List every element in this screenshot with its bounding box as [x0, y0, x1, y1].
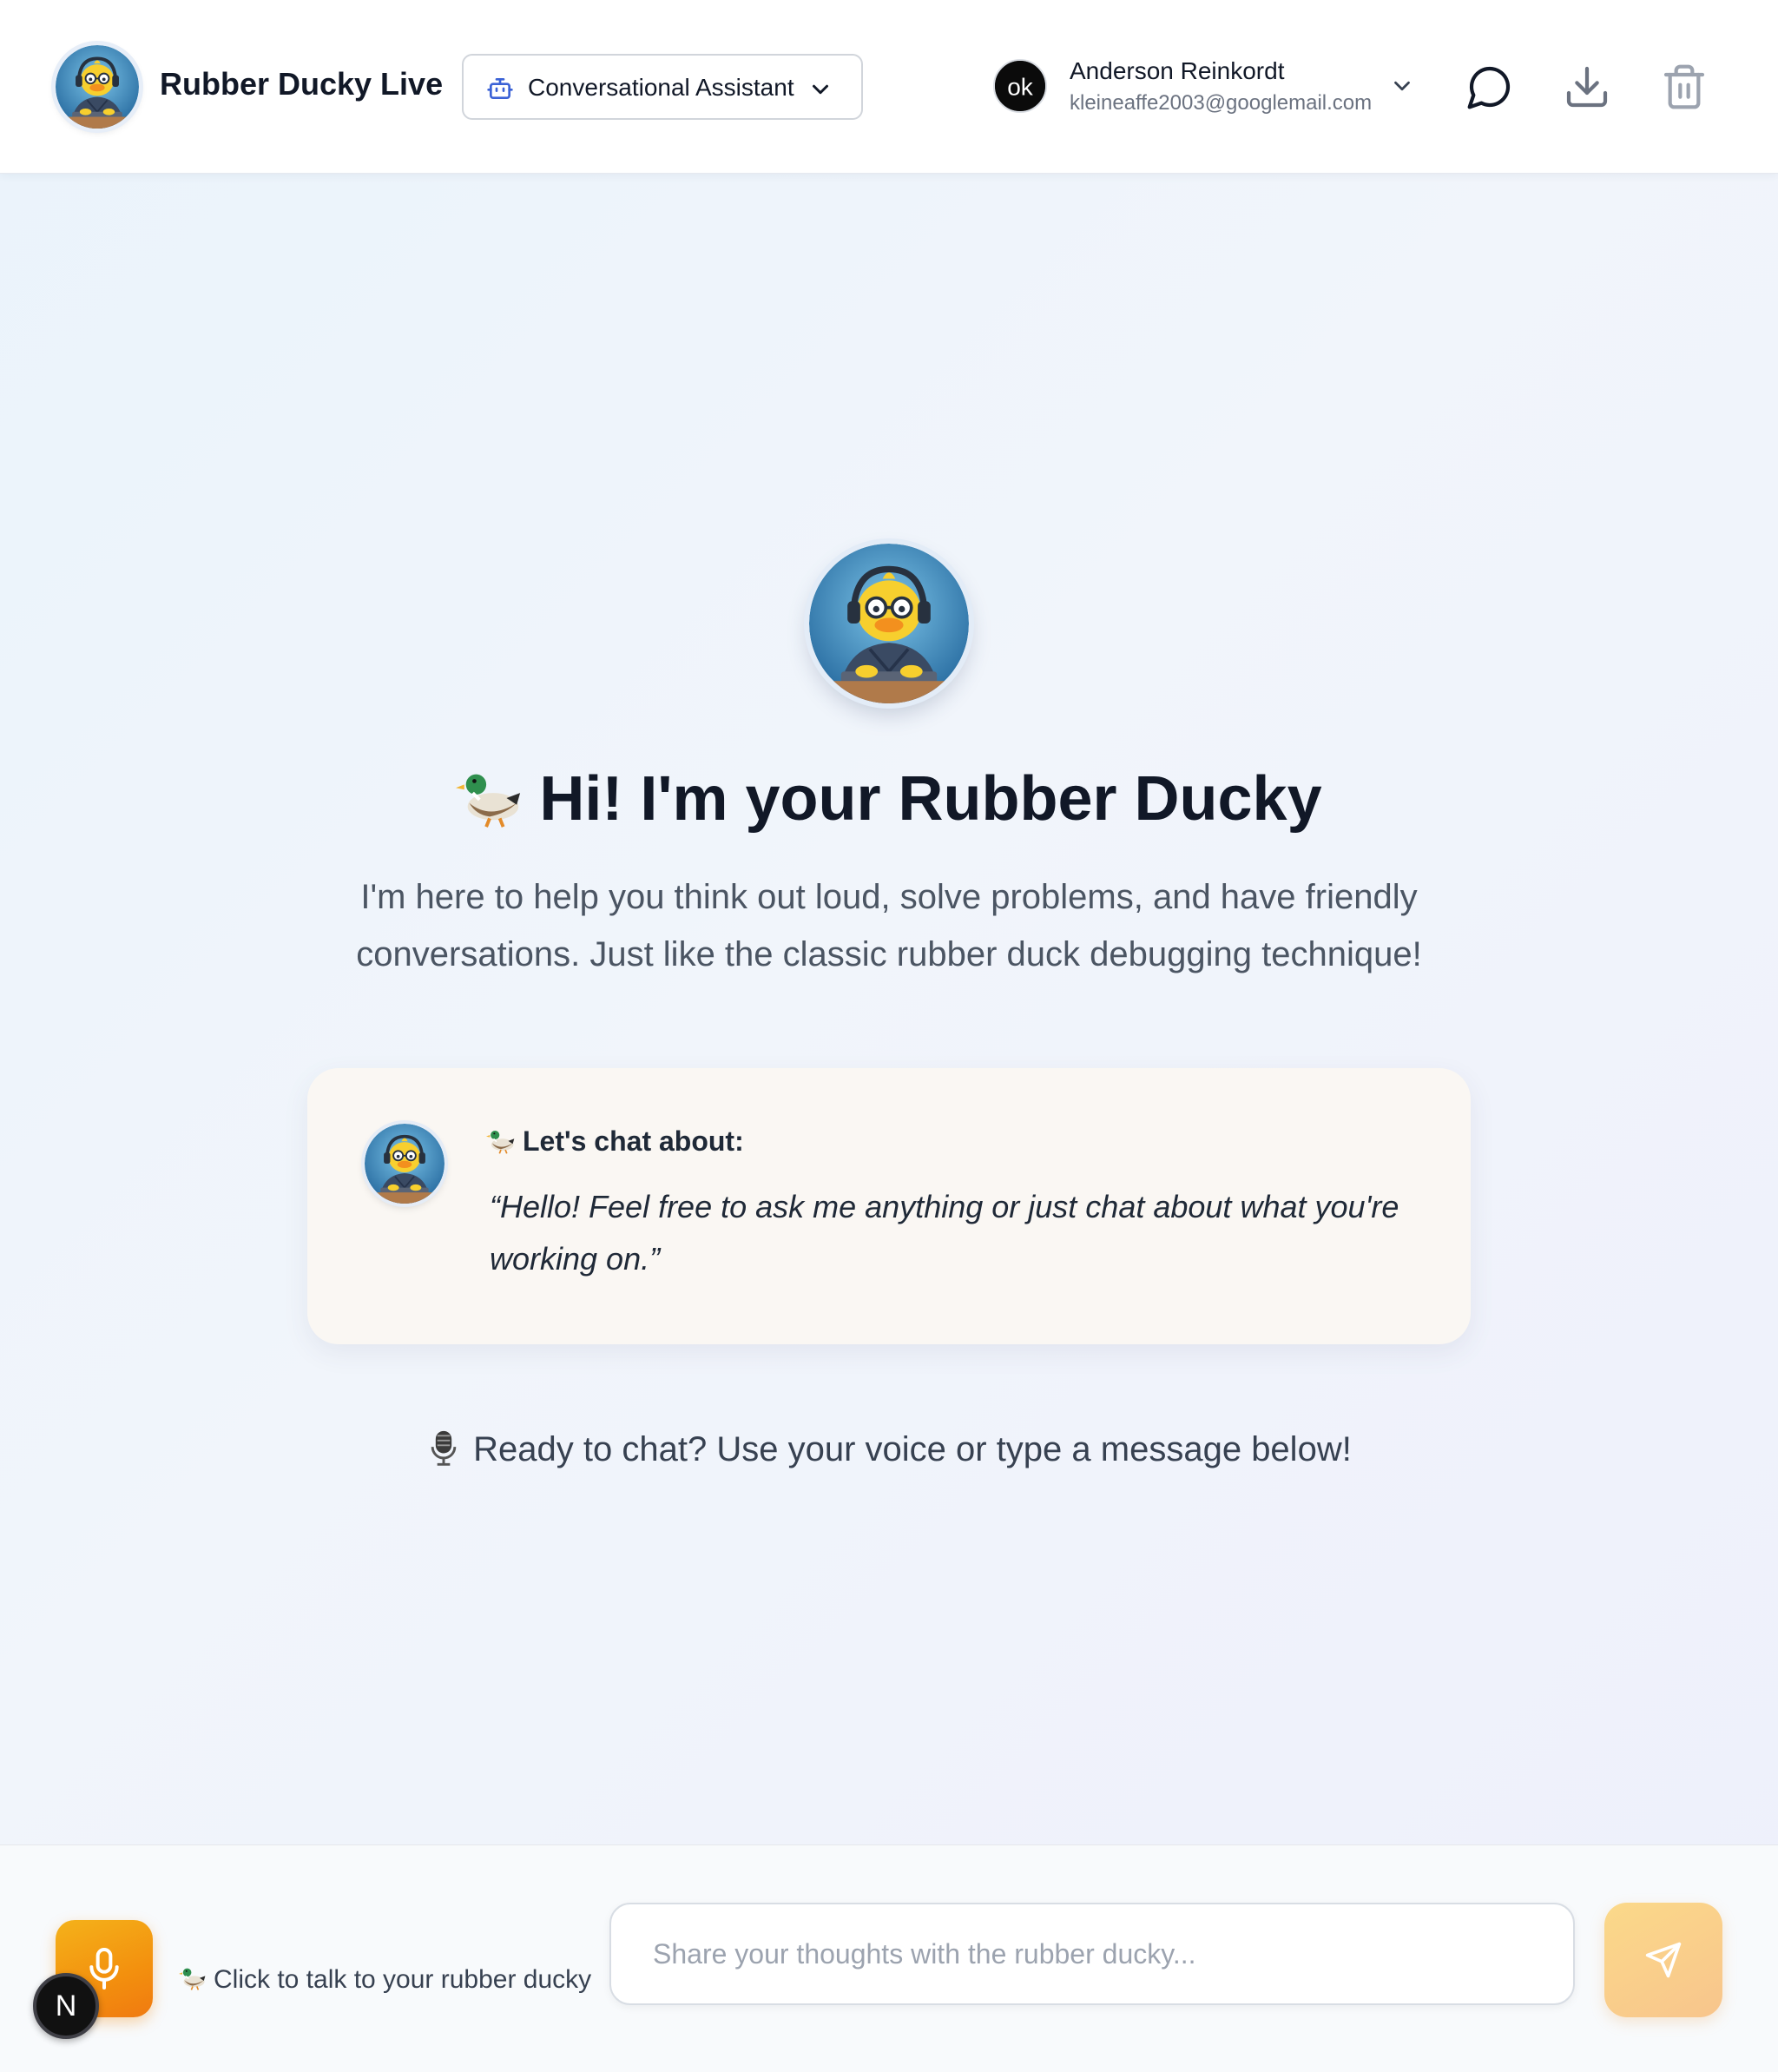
voice-hint-label: Click to talk to your rubber ducky [179, 1963, 591, 1995]
download-button[interactable] [1563, 63, 1611, 111]
suggestion-card: Let's chat about: “Hello! Feel free to a… [307, 1068, 1471, 1344]
user-avatar[interactable]: ok [993, 59, 1047, 113]
trash-icon [1663, 64, 1705, 109]
download-icon [1566, 66, 1608, 108]
user-avatar-text: ok [1007, 73, 1034, 100]
hero-title: Hi! I'm your Rubber Ducky [0, 762, 1778, 835]
send-icon [1645, 1942, 1682, 1978]
input-bar: Click to talk to your rubber ducky [0, 1844, 1778, 2072]
duck-emoji-icon [486, 1125, 516, 1155]
duck-emoji-icon [179, 1963, 207, 1991]
bot-icon [487, 78, 513, 99]
new-chat-button[interactable] [1465, 63, 1514, 111]
ready-prompt: Ready to chat? Use your voice or type a … [0, 1429, 1778, 1469]
ready-prompt-text: Ready to chat? Use your voice or type a … [473, 1430, 1352, 1468]
message-input[interactable] [609, 1903, 1575, 2005]
card-heading: Let's chat about: [486, 1125, 744, 1158]
voice-hint-text: Click to talk to your rubber ducky [214, 1965, 592, 1994]
studio-microphone-icon [431, 1430, 457, 1466]
hero-duck-avatar [809, 544, 969, 703]
hero-subtitle: I'm here to help you think out loud, sol… [356, 878, 1422, 973]
duck-emoji-icon [456, 762, 524, 830]
card-duck-avatar [365, 1124, 444, 1204]
user-menu-chevron-icon[interactable] [1389, 73, 1415, 99]
card-quote: “Hello! Feel free to ask me anything or … [490, 1189, 1399, 1277]
brand-duck-avatar[interactable] [56, 45, 139, 129]
dev-tools-badge[interactable]: N [33, 1973, 99, 2039]
app-header: Rubber Ducky Live Conversational Assista… [0, 0, 1778, 174]
assistant-mode-select[interactable]: Conversational Assistant [462, 54, 863, 120]
card-heading-text: Let's chat about: [523, 1125, 744, 1157]
assistant-mode-label: Conversational Assistant [528, 74, 794, 101]
chat-bubble-icon [1467, 66, 1511, 109]
clear-chat-button[interactable] [1660, 63, 1709, 111]
brand-title: Rubber Ducky Live [160, 66, 444, 102]
chevron-down-icon [813, 84, 828, 95]
hero-title-text: Hi! I'm your Rubber Ducky [539, 764, 1322, 834]
user-email: kleineaffe2003@googlemail.com [1070, 91, 1373, 115]
send-button[interactable] [1604, 1903, 1722, 2017]
user-name[interactable]: Anderson Reinkordt [1070, 57, 1284, 85]
